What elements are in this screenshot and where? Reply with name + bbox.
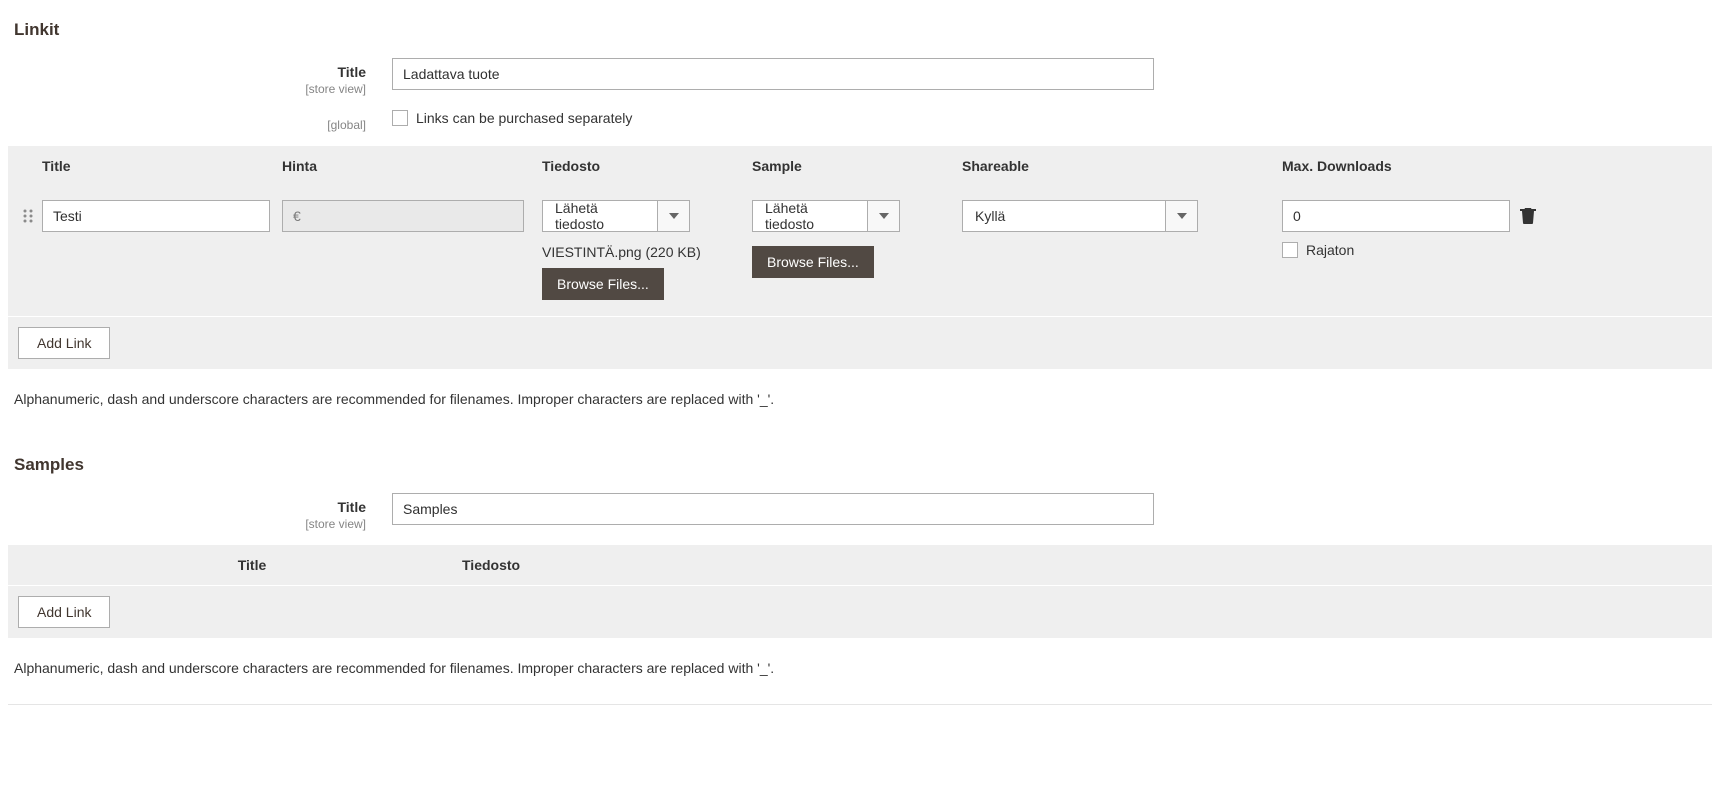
- samples-title-label: Title: [337, 499, 366, 515]
- row-sample-browse-button[interactable]: Browse Files...: [752, 246, 874, 278]
- linkit-separate-label: Links can be purchased separately: [416, 110, 632, 126]
- linkit-title-scope: [store view]: [8, 82, 366, 96]
- row-max-input[interactable]: [1282, 200, 1510, 232]
- row-file-select-value: Lähetä tiedosto: [542, 200, 658, 232]
- col-max-head: Max. Downloads: [1282, 158, 1520, 174]
- row-sample-select[interactable]: Lähetä tiedosto: [752, 200, 900, 232]
- linkit-title-label: Title: [337, 64, 366, 80]
- samples-grid-head: Title Tiedosto: [8, 545, 1712, 585]
- rajaton-label: Rajaton: [1306, 242, 1354, 258]
- col-title-head: Title: [42, 158, 282, 174]
- col-file-head: Tiedosto: [542, 158, 752, 174]
- chevron-down-icon: [1166, 200, 1198, 232]
- row-file-browse-button[interactable]: Browse Files...: [542, 268, 664, 300]
- samples-title-scope: [store view]: [8, 517, 366, 531]
- row-price-input[interactable]: [282, 200, 524, 232]
- chevron-down-icon: [658, 200, 690, 232]
- samples-title-input[interactable]: [392, 493, 1154, 525]
- samples-col-title-head: Title: [42, 557, 462, 573]
- samples-title-field: Title [store view]: [8, 493, 1712, 531]
- link-row: Lähetä tiedosto VIESTINTÄ.png (220 KB) B…: [14, 200, 1706, 300]
- samples-section: Samples Title [store view] Title Tiedost…: [0, 435, 1720, 676]
- linkit-note: Alphanumeric, dash and underscore charac…: [14, 391, 1712, 407]
- col-price-head: Hinta: [282, 158, 542, 174]
- row-file-select[interactable]: Lähetä tiedosto: [542, 200, 690, 232]
- row-shareable-value: Kyllä: [962, 200, 1166, 232]
- samples-add-link-button[interactable]: Add Link: [18, 596, 110, 628]
- linkit-global-scope: [global]: [8, 118, 366, 132]
- section-divider: [8, 704, 1712, 705]
- linkit-separate-field: [global] Links can be purchased separate…: [8, 110, 1712, 132]
- links-grid-head: Title Hinta Tiedosto Sample Shareable Ma…: [8, 146, 1712, 186]
- chevron-down-icon: [868, 200, 900, 232]
- rajaton-checkbox[interactable]: [1282, 242, 1298, 258]
- row-sample-select-value: Lähetä tiedosto: [752, 200, 868, 232]
- samples-grid: Title Tiedosto Add Link: [8, 545, 1712, 638]
- links-grid: Title Hinta Tiedosto Sample Shareable Ma…: [8, 146, 1712, 369]
- section-title-linkit: Linkit: [14, 20, 1712, 40]
- col-sample-head: Sample: [752, 158, 962, 174]
- linkit-title-field: Title [store view]: [8, 58, 1712, 96]
- row-title-input[interactable]: [42, 200, 270, 232]
- delete-row-button[interactable]: [1520, 200, 1550, 224]
- linkit-title-input[interactable]: [392, 58, 1154, 90]
- linkit-section: Linkit Title [store view] [global] Links…: [0, 0, 1720, 407]
- add-link-button[interactable]: Add Link: [18, 327, 110, 359]
- samples-col-file-head: Tiedosto: [462, 557, 1712, 573]
- section-title-samples: Samples: [14, 455, 1712, 475]
- col-share-head: Shareable: [962, 158, 1282, 174]
- row-shareable-select[interactable]: Kyllä: [962, 200, 1198, 232]
- row-file-name: VIESTINTÄ.png (220 KB): [542, 244, 752, 260]
- drag-handle-icon[interactable]: [22, 200, 42, 224]
- samples-note: Alphanumeric, dash and underscore charac…: [14, 660, 1712, 676]
- linkit-separate-checkbox[interactable]: [392, 110, 408, 126]
